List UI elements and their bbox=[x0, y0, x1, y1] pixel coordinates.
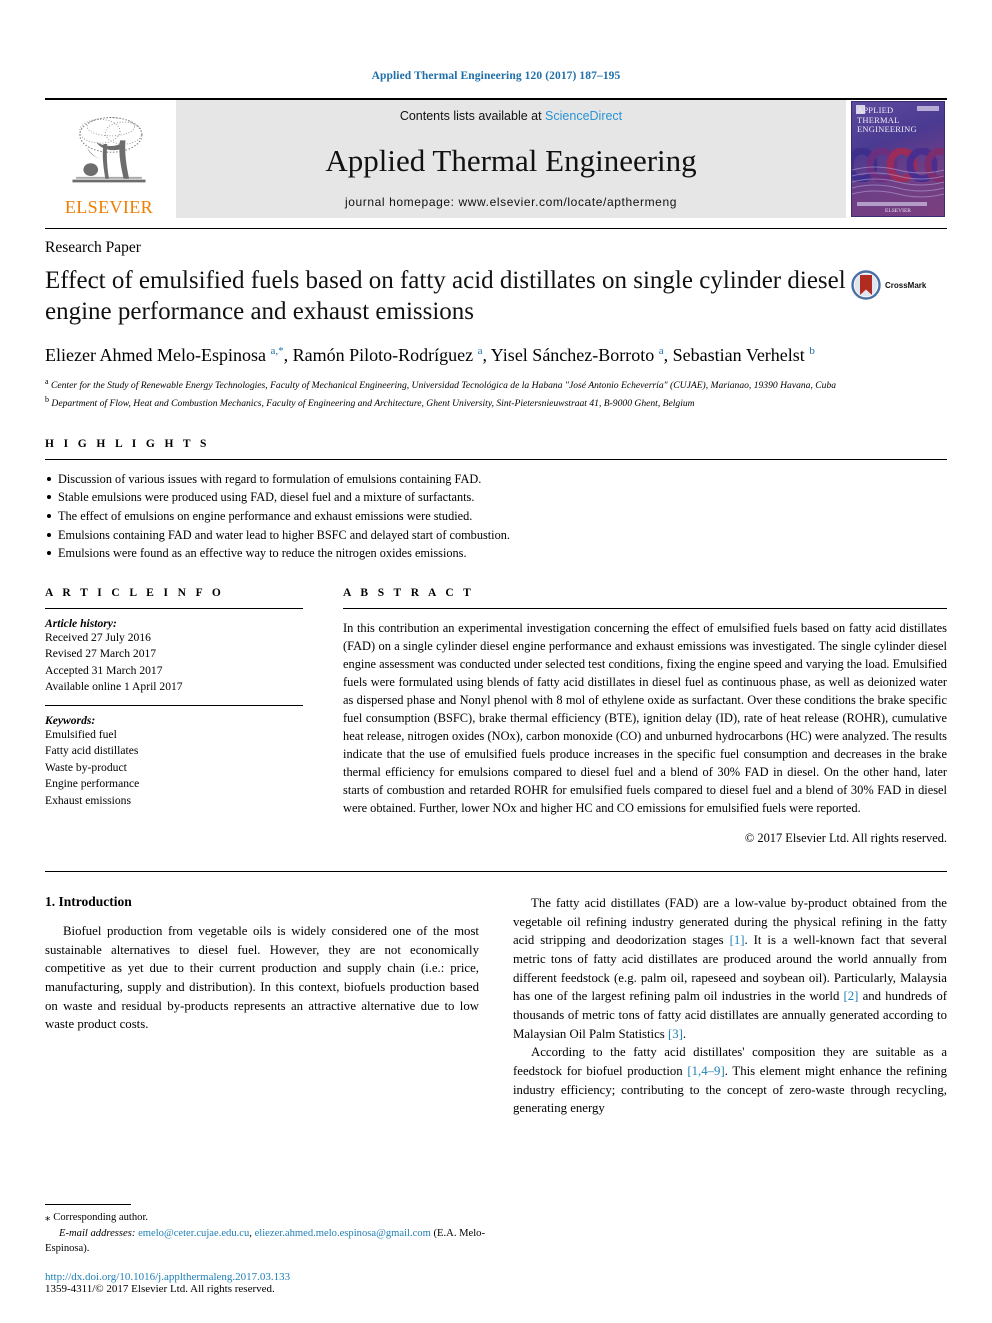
footnote-block: ⁎ Corresponding author. E-mail addresses:… bbox=[45, 1204, 485, 1295]
crossmark-badge[interactable]: CrossMark bbox=[851, 270, 947, 300]
meta-line: Accepted 31 March 2017 bbox=[45, 663, 163, 677]
article-info-column: A R T I C L E I N F O Article history: R… bbox=[45, 587, 321, 846]
journal-article-page: Applied Thermal Engineering 120 (2017) 1… bbox=[0, 0, 992, 1323]
meta-line: Revised 27 March 2017 bbox=[45, 647, 157, 661]
corresponding-author-note: ⁎ Corresponding author. bbox=[45, 1210, 485, 1225]
author-list: Eliezer Ahmed Melo-Espinosa a,*, Ramón P… bbox=[45, 345, 815, 365]
body-column-right: The fatty acid distillates (FAD) are a l… bbox=[513, 894, 947, 1118]
article-history-label: Article history: bbox=[45, 617, 117, 631]
highlight-item: Emulsions containing FAD and water lead … bbox=[45, 526, 947, 545]
intro-paragraph-2: The fatty acid distillates (FAD) are a l… bbox=[513, 895, 948, 1041]
meta-line: Engine performance bbox=[45, 777, 140, 791]
crossmark-icon bbox=[851, 270, 881, 300]
keywords-label: Keywords: bbox=[45, 713, 96, 727]
meta-line: Received 27 July 2016 bbox=[45, 631, 151, 645]
body-column-left: 1. Introduction Biofuel production from … bbox=[45, 894, 479, 1118]
cover-waves-graphic bbox=[852, 166, 944, 198]
contents-prefix: Contents lists available at bbox=[399, 109, 546, 123]
highlights-label: H I G H L I G H T S bbox=[45, 437, 210, 450]
highlight-item: The effect of emulsions on engine perfor… bbox=[45, 507, 947, 526]
cover-corner-mark bbox=[917, 106, 939, 111]
article-info-rule bbox=[45, 608, 303, 610]
highlights-rule bbox=[45, 458, 947, 460]
contents-available-line: Contents lists available at ScienceDirec… bbox=[400, 109, 622, 123]
email-address-1[interactable]: emelo@ceter.cujae.edu.cu bbox=[138, 1228, 249, 1239]
corresponding-author-text: Corresponding author. bbox=[53, 1212, 149, 1224]
highlights-list: Discussion of various issues with regard… bbox=[45, 470, 947, 563]
footnote-rule bbox=[45, 1204, 131, 1206]
doi-link[interactable]: http://dx.doi.org/10.1016/j.applthermale… bbox=[45, 1271, 485, 1283]
cover-title: APPLIED THERMAL ENGINEERING bbox=[857, 105, 917, 135]
email-note: E-mail addresses: emelo@ceter.cujae.edu.… bbox=[45, 1227, 486, 1254]
section-heading-introduction: 1. Introduction bbox=[45, 893, 132, 909]
affiliation-b: b Department of Flow, Heat and Combustio… bbox=[45, 395, 695, 410]
article-type: Research Paper bbox=[45, 239, 141, 256]
keywords-rule bbox=[45, 704, 303, 706]
meta-line: Waste by-product bbox=[45, 760, 127, 774]
running-head: Applied Thermal Engineering 120 (2017) 1… bbox=[371, 70, 621, 82]
page-title: Effect of emulsified fuels based on fatt… bbox=[45, 267, 846, 325]
journal-masthead: ELSEVIER Contents lists available at Sci… bbox=[45, 98, 947, 218]
article-history-list: Received 27 July 2016 Revised 27 March 20… bbox=[45, 630, 303, 696]
publisher-logo: ELSEVIER bbox=[45, 100, 173, 218]
abstract-text: In this contribution an experimental inv… bbox=[343, 621, 947, 815]
article-info-label: A R T I C L E I N F O bbox=[45, 587, 225, 600]
journal-cover-image: APPLIED THERMAL ENGINEERING ELSEVIER bbox=[851, 101, 945, 217]
masthead-center: Contents lists available at ScienceDirec… bbox=[176, 100, 846, 218]
doi-block: http://dx.doi.org/10.1016/j.applthermale… bbox=[45, 1271, 485, 1295]
intro-paragraph-3: According to the fatty acid distillates'… bbox=[513, 1045, 947, 1116]
meta-line: Fatty acid distillates bbox=[45, 744, 139, 758]
body-top-rule bbox=[45, 870, 947, 872]
cover-subtitle-strip bbox=[857, 202, 927, 206]
abstract-column: A B S T R A C T In this contribution an … bbox=[321, 587, 947, 846]
asterisk-icon: ⁎ bbox=[45, 1212, 51, 1224]
intro-paragraph-1: Biofuel production from vegetable oils i… bbox=[45, 923, 479, 1032]
journal-title: Applied Thermal Engineering bbox=[325, 142, 697, 178]
highlight-item: Emulsions were found as an effective way… bbox=[45, 544, 947, 563]
crossmark-label: CrossMark bbox=[885, 280, 927, 290]
abstract-label: A B S T R A C T bbox=[343, 587, 475, 600]
highlight-item: Stable emulsions were produced using FAD… bbox=[45, 488, 947, 507]
abstract-copyright: © 2017 Elsevier Ltd. All rights reserved… bbox=[744, 830, 947, 845]
meta-line: Available online 1 April 2017 bbox=[45, 680, 183, 694]
elsevier-tree-icon bbox=[72, 117, 146, 183]
masthead-bottom-rule bbox=[45, 228, 947, 229]
body-columns: 1. Introduction Biofuel production from … bbox=[45, 894, 947, 1118]
affiliation-a: a Center for the Study of Renewable Ener… bbox=[45, 377, 837, 392]
highlights-section: H I G H L I G H T S Discussion of variou… bbox=[45, 438, 947, 563]
abstract-rule bbox=[343, 608, 947, 610]
title-row: Effect of emulsified fuels based on fatt… bbox=[45, 266, 947, 327]
email-label: E-mail addresses: bbox=[59, 1227, 136, 1239]
journal-cover-thumbnail: APPLIED THERMAL ENGINEERING ELSEVIER bbox=[849, 100, 947, 218]
meta-line: Exhaust emissions bbox=[45, 793, 131, 807]
journal-homepage-link[interactable]: journal homepage: www.elsevier.com/locat… bbox=[345, 195, 677, 209]
cover-publisher: ELSEVIER bbox=[885, 208, 911, 214]
issn-copyright: 1359-4311/© 2017 Elsevier Ltd. All right… bbox=[45, 1283, 275, 1295]
meta-line: Emulsified fuel bbox=[45, 727, 117, 741]
email-address-2[interactable]: eliezer.ahmed.melo.espinosa@gmail.com bbox=[255, 1228, 431, 1239]
elsevier-wordmark: ELSEVIER bbox=[64, 197, 154, 217]
keywords-list: Emulsified fuel Fatty acid distillates Was… bbox=[45, 727, 303, 809]
sciencedirect-link[interactable]: ScienceDirect bbox=[545, 109, 622, 123]
cover-title-line-3: ENGINEERING bbox=[857, 124, 917, 135]
affiliations: a Center for the Study of Renewable Ener… bbox=[45, 376, 947, 411]
highlight-item: Discussion of various issues with regard… bbox=[45, 470, 947, 489]
info-abstract-row: A R T I C L E I N F O Article history: R… bbox=[45, 587, 947, 846]
